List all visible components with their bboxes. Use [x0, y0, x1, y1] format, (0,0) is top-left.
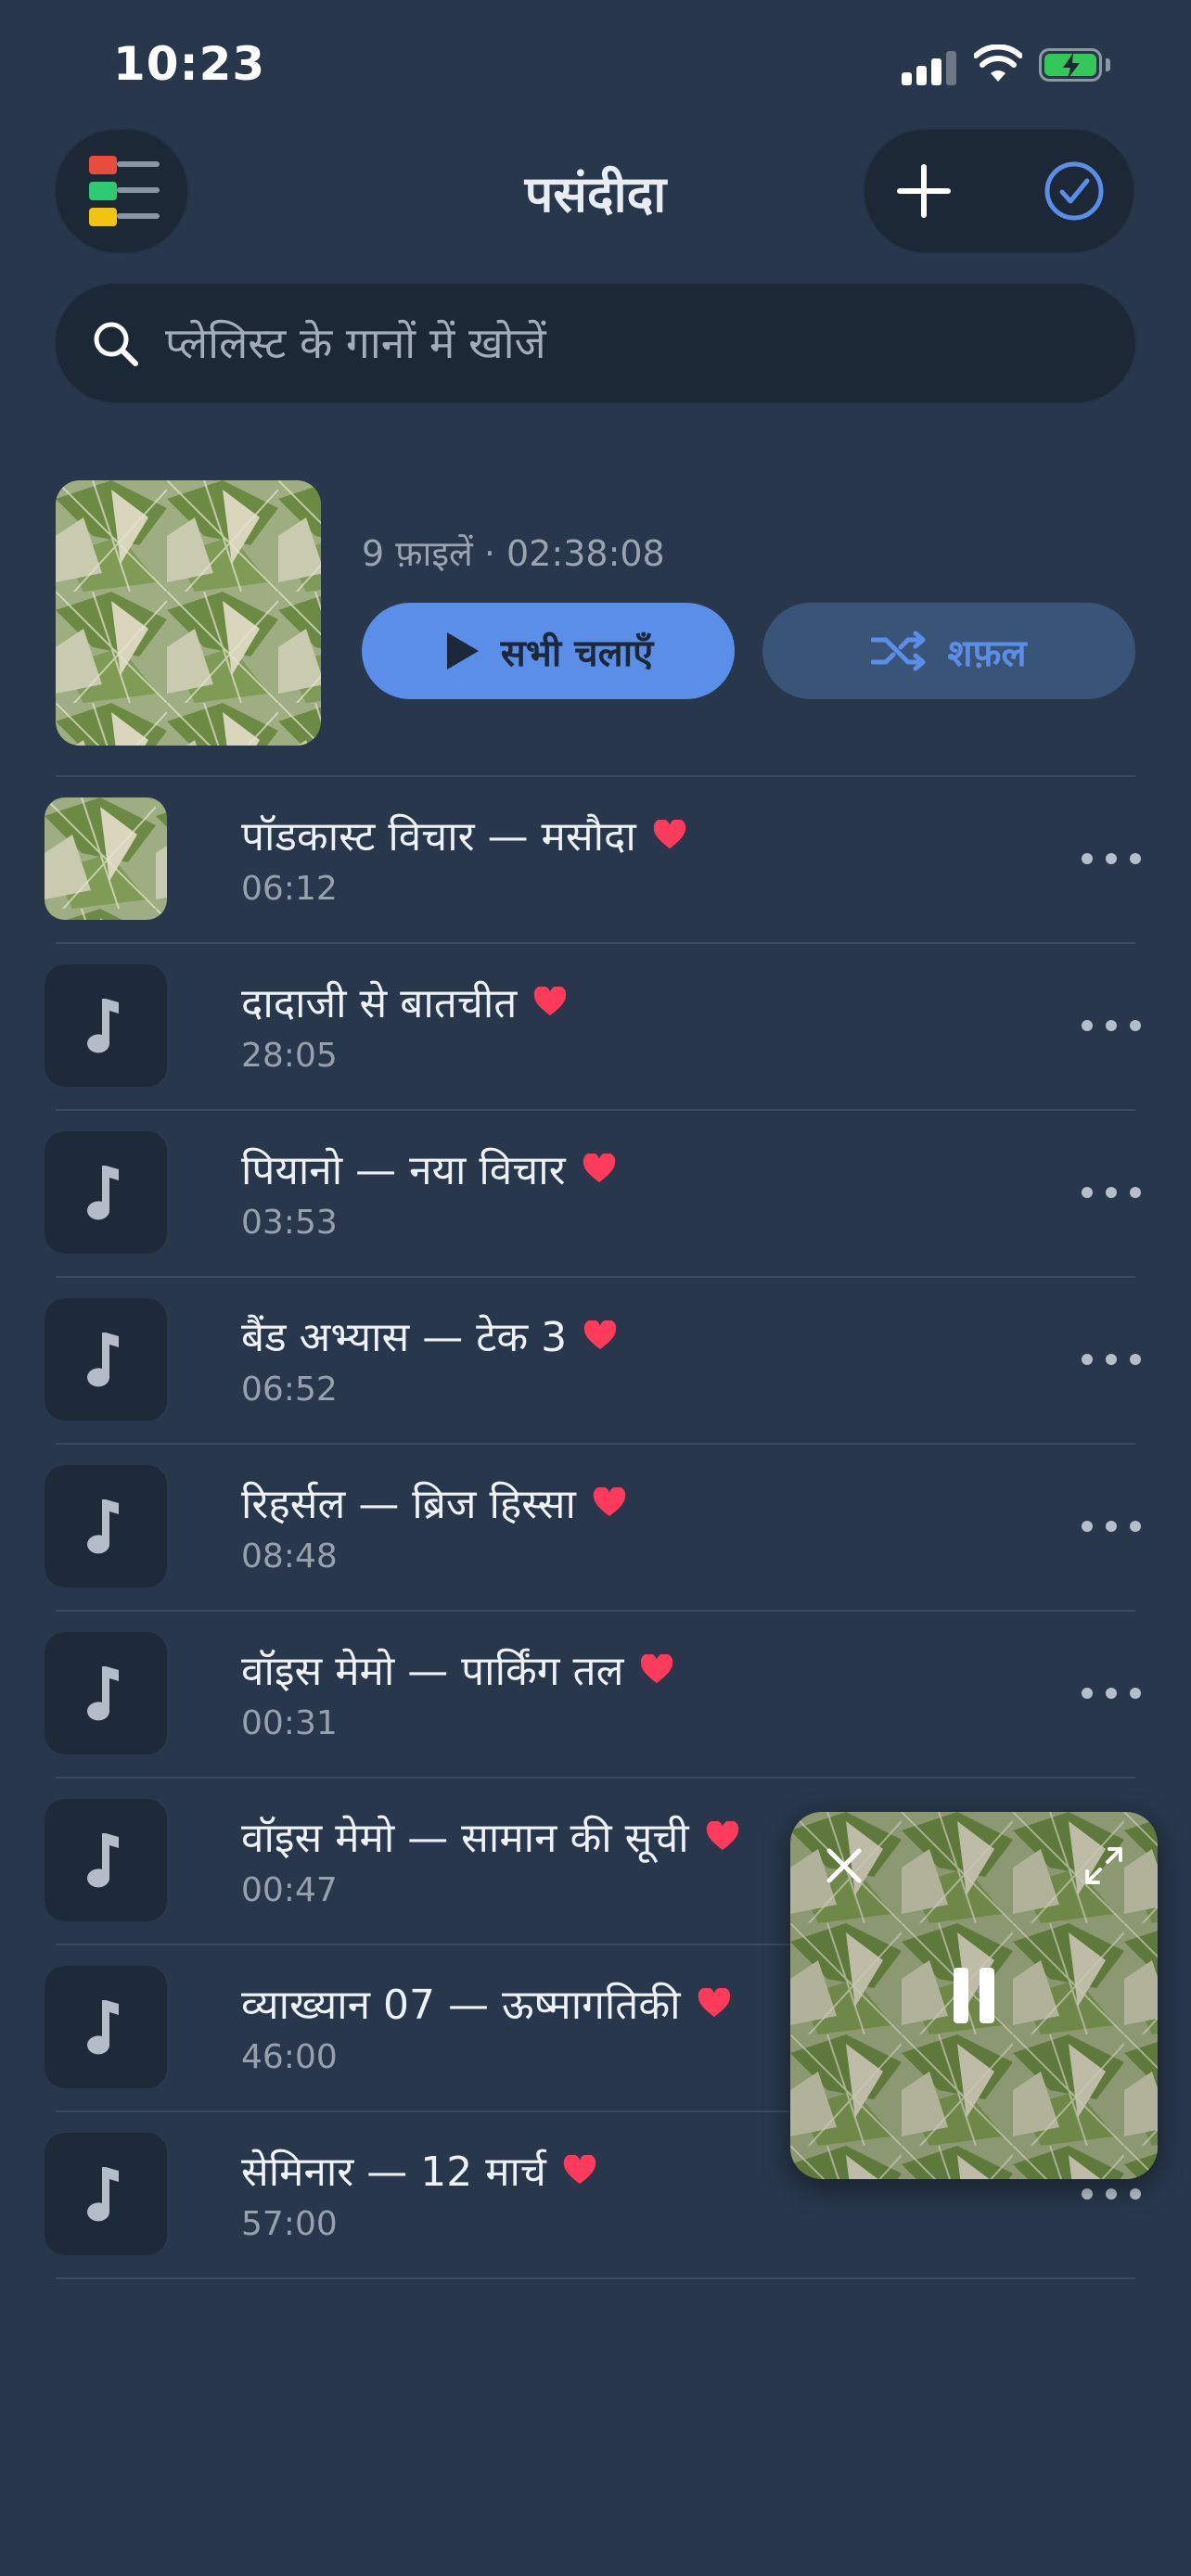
close-button[interactable] [816, 1838, 872, 1894]
mini-player[interactable] [790, 1812, 1158, 2179]
track-duration: 08:48 [241, 1537, 338, 1575]
favorite-heart-icon[interactable] [533, 979, 567, 1027]
music-note-icon [87, 2167, 119, 2222]
play-icon [446, 632, 479, 670]
track-title: पॉडकास्ट विचार — मसौदा [241, 807, 686, 863]
music-note-icon [87, 1166, 119, 1220]
track-title-text: वॉइस मेमो — पार्किंग तल [241, 1648, 624, 1695]
track-duration: 28:05 [241, 1037, 338, 1075]
shuffle-label: शफ़ल [947, 631, 1027, 675]
track-duration: 00:31 [241, 1704, 338, 1742]
expand-icon [1085, 1847, 1122, 1884]
pause-button[interactable] [937, 1958, 1011, 2033]
track-title: बैंड अभ्यास — टेक 3 [241, 1307, 617, 1364]
track-duration: 06:52 [241, 1371, 338, 1409]
search-icon [94, 322, 138, 366]
track-title-text: पियानो — नया विचार [241, 1147, 566, 1194]
favorite-heart-icon[interactable] [640, 1647, 673, 1694]
add-button[interactable] [887, 154, 961, 228]
track-title: वॉइस मेमो — सामान की सूची [241, 1808, 739, 1865]
more-horizontal-icon[interactable] [1082, 1014, 1143, 1037]
track-placeholder [45, 1632, 167, 1754]
wifi-icon [974, 45, 1022, 82]
track-row[interactable]: वॉइस मेमो — पार्किंग तल 00:31 [0, 1612, 1191, 1779]
music-note-icon [87, 2000, 119, 2055]
track-title: व्याख्यान 07 — ऊष्मागतिकी [241, 1975, 731, 2032]
track-placeholder [45, 964, 167, 1087]
favorite-heart-icon[interactable] [583, 1313, 617, 1360]
battery-icon [1039, 48, 1102, 82]
music-note-icon [87, 999, 119, 1053]
track-placeholder [45, 1465, 167, 1588]
favorite-heart-icon[interactable] [593, 1480, 626, 1527]
expand-button[interactable] [1076, 1838, 1132, 1894]
track-title-text: वॉइस मेमो — सामान की सूची [241, 1815, 689, 1862]
more-horizontal-icon[interactable] [1082, 1181, 1143, 1204]
track-title: वॉइस मेमो — पार्किंग तल [241, 1641, 673, 1698]
track-title-text: रिहर्सल — ब्रिज हिस्सा [241, 1481, 576, 1528]
status-time: 10:23 [113, 37, 266, 91]
play-all-button[interactable]: सभी चलाएँ [362, 603, 735, 699]
track-title-text: पॉडकास्ट विचार — मसौदा [241, 813, 636, 861]
shuffle-button[interactable]: शफ़ल [762, 603, 1135, 699]
favorite-heart-icon[interactable] [583, 1146, 616, 1193]
track-title-text: दादाजी से बातचीत [241, 980, 518, 1027]
music-note-icon [87, 1499, 119, 1554]
track-duration: 06:12 [241, 870, 338, 908]
more-horizontal-icon[interactable] [1082, 1682, 1143, 1704]
select-button[interactable] [1037, 154, 1111, 228]
music-note-icon [87, 1666, 119, 1721]
music-note-icon [87, 1833, 119, 1888]
track-title: दादाजी से बातचीत [241, 974, 567, 1030]
track-title: सेमिनार — 12 मार्च [241, 2142, 596, 2199]
track-placeholder [45, 1131, 167, 1254]
favorite-heart-icon[interactable] [653, 812, 686, 860]
pause-icon [954, 1968, 994, 2023]
track-duration: 00:47 [241, 1871, 338, 1909]
track-row[interactable]: बैंड अभ्यास — टेक 3 06:52 [0, 1278, 1191, 1445]
favorite-heart-icon[interactable] [706, 1814, 739, 1861]
track-placeholder [45, 1298, 167, 1421]
search-bar [56, 284, 1135, 402]
plus-icon [897, 164, 951, 218]
check-circle-icon [1044, 161, 1104, 221]
close-icon [826, 1848, 862, 1883]
track-title: पियानो — नया विचार [241, 1141, 616, 1197]
track-placeholder [45, 1799, 167, 1921]
cellular-signal-icon [902, 48, 957, 85]
favorite-heart-icon[interactable] [698, 1981, 731, 2028]
track-row[interactable]: दादाजी से बातचीत 28:05 [0, 944, 1191, 1111]
track-row[interactable]: पॉडकास्ट विचार — मसौदा 06:12 [0, 777, 1191, 944]
track-artwork [45, 797, 167, 920]
playlist-cover [56, 480, 321, 746]
header-actions [864, 130, 1133, 252]
more-horizontal-icon[interactable] [1082, 1348, 1143, 1371]
track-duration: 46:00 [241, 2038, 338, 2076]
track-placeholder [45, 2133, 167, 2255]
track-duration: 03:53 [241, 1204, 338, 1242]
track-placeholder [45, 1966, 167, 2088]
track-row[interactable]: रिहर्सल — ब्रिज हिस्सा 08:48 [0, 1445, 1191, 1612]
track-title: रिहर्सल — ब्रिज हिस्सा [241, 1474, 626, 1531]
track-row[interactable]: पियानो — नया विचार 03:53 [0, 1111, 1191, 1278]
divider [56, 2277, 1135, 2279]
track-title-text: व्याख्यान 07 — ऊष्मागतिकी [241, 1982, 681, 2029]
track-title-text: बैंड अभ्यास — टेक 3 [241, 1314, 568, 1361]
track-duration: 57:00 [241, 2205, 338, 2243]
more-horizontal-icon[interactable] [1082, 2183, 1143, 2205]
play-all-label: सभी चलाएँ [500, 631, 654, 675]
favorite-heart-icon[interactable] [563, 2148, 596, 2195]
track-title-text: सेमिनार — 12 मार्च [241, 2149, 546, 2196]
search-input[interactable] [165, 284, 1093, 402]
shuffle-icon [871, 631, 926, 671]
more-horizontal-icon[interactable] [1082, 1515, 1143, 1537]
playlist-meta: 9 फ़ाइलें · 02:38:08 [362, 533, 665, 574]
music-note-icon [87, 1333, 119, 1387]
more-horizontal-icon[interactable] [1082, 848, 1143, 870]
